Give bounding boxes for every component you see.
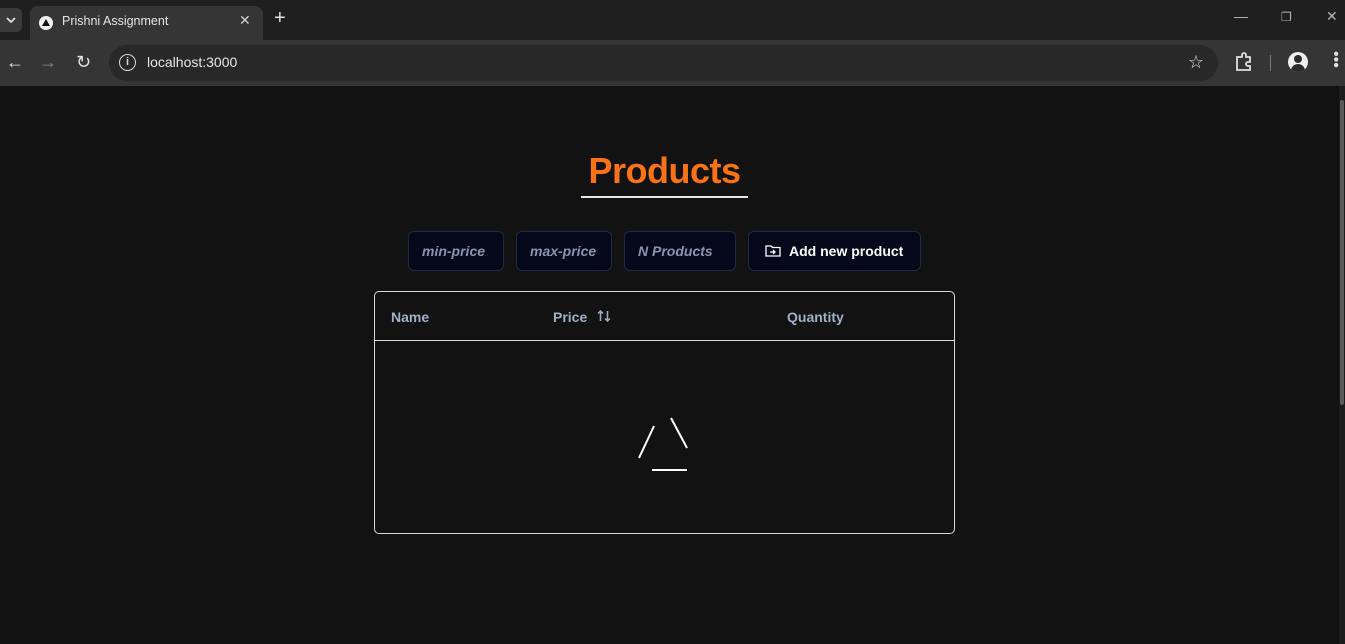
add-product-label: Add new product [789, 243, 904, 259]
info-icon[interactable]: i [119, 54, 136, 71]
star-icon[interactable]: ☆ [1188, 52, 1204, 73]
n-products-input[interactable]: N Products [624, 231, 736, 271]
title-underline [581, 196, 748, 198]
column-header-price[interactable]: Price [553, 309, 587, 325]
toolbar-separator [1270, 55, 1271, 71]
reload-icon[interactable]: ↻ [76, 52, 91, 72]
window-close-icon[interactable]: ✕ [1326, 8, 1338, 25]
products-table: Name Price Quantity [374, 291, 955, 534]
restore-icon[interactable]: ❐ [1281, 10, 1292, 24]
folder-plus-icon [765, 245, 781, 257]
min-price-input[interactable]: min-price [408, 231, 504, 271]
spinner-icon [638, 417, 688, 471]
table-header: Name Price Quantity [375, 292, 954, 341]
kebab-icon[interactable]: ••• [1327, 51, 1344, 68]
triangle-icon [39, 16, 53, 30]
browser-tab-strip: Prishni Assignment ✕ + — ❐ ✕ [0, 0, 1345, 40]
address-bar[interactable]: i localhost:3000 ☆ [109, 45, 1218, 81]
minimize-icon[interactable]: — [1234, 8, 1248, 24]
browser-tab[interactable]: Prishni Assignment ✕ [30, 6, 263, 40]
scrollbar[interactable] [1339, 86, 1345, 644]
chevron-down-icon [6, 17, 16, 24]
tab-search-button[interactable] [0, 8, 22, 32]
page-viewport: Products min-price max-price N Products … [0, 86, 1345, 644]
close-icon[interactable]: ✕ [239, 12, 251, 29]
arrow-right-icon[interactable]: → [39, 52, 57, 72]
add-product-button[interactable]: Add new product [748, 231, 921, 271]
browser-toolbar: ← → ↻ i localhost:3000 ☆ ••• [0, 40, 1345, 86]
column-header-name[interactable]: Name [391, 309, 429, 325]
page-title: Products [588, 150, 741, 191]
avatar-icon[interactable] [1288, 52, 1308, 72]
arrow-left-icon[interactable]: ← [6, 52, 24, 72]
url-text[interactable]: localhost:3000 [147, 54, 237, 70]
max-price-input[interactable]: max-price [516, 231, 612, 271]
plus-icon[interactable]: + [274, 8, 286, 28]
column-header-quantity[interactable]: Quantity [787, 309, 844, 325]
sort-arrows-icon[interactable] [596, 308, 612, 324]
tab-title: Prishni Assignment [62, 14, 169, 28]
puzzle-icon[interactable] [1234, 51, 1254, 73]
scrollbar-thumb[interactable] [1340, 100, 1344, 405]
